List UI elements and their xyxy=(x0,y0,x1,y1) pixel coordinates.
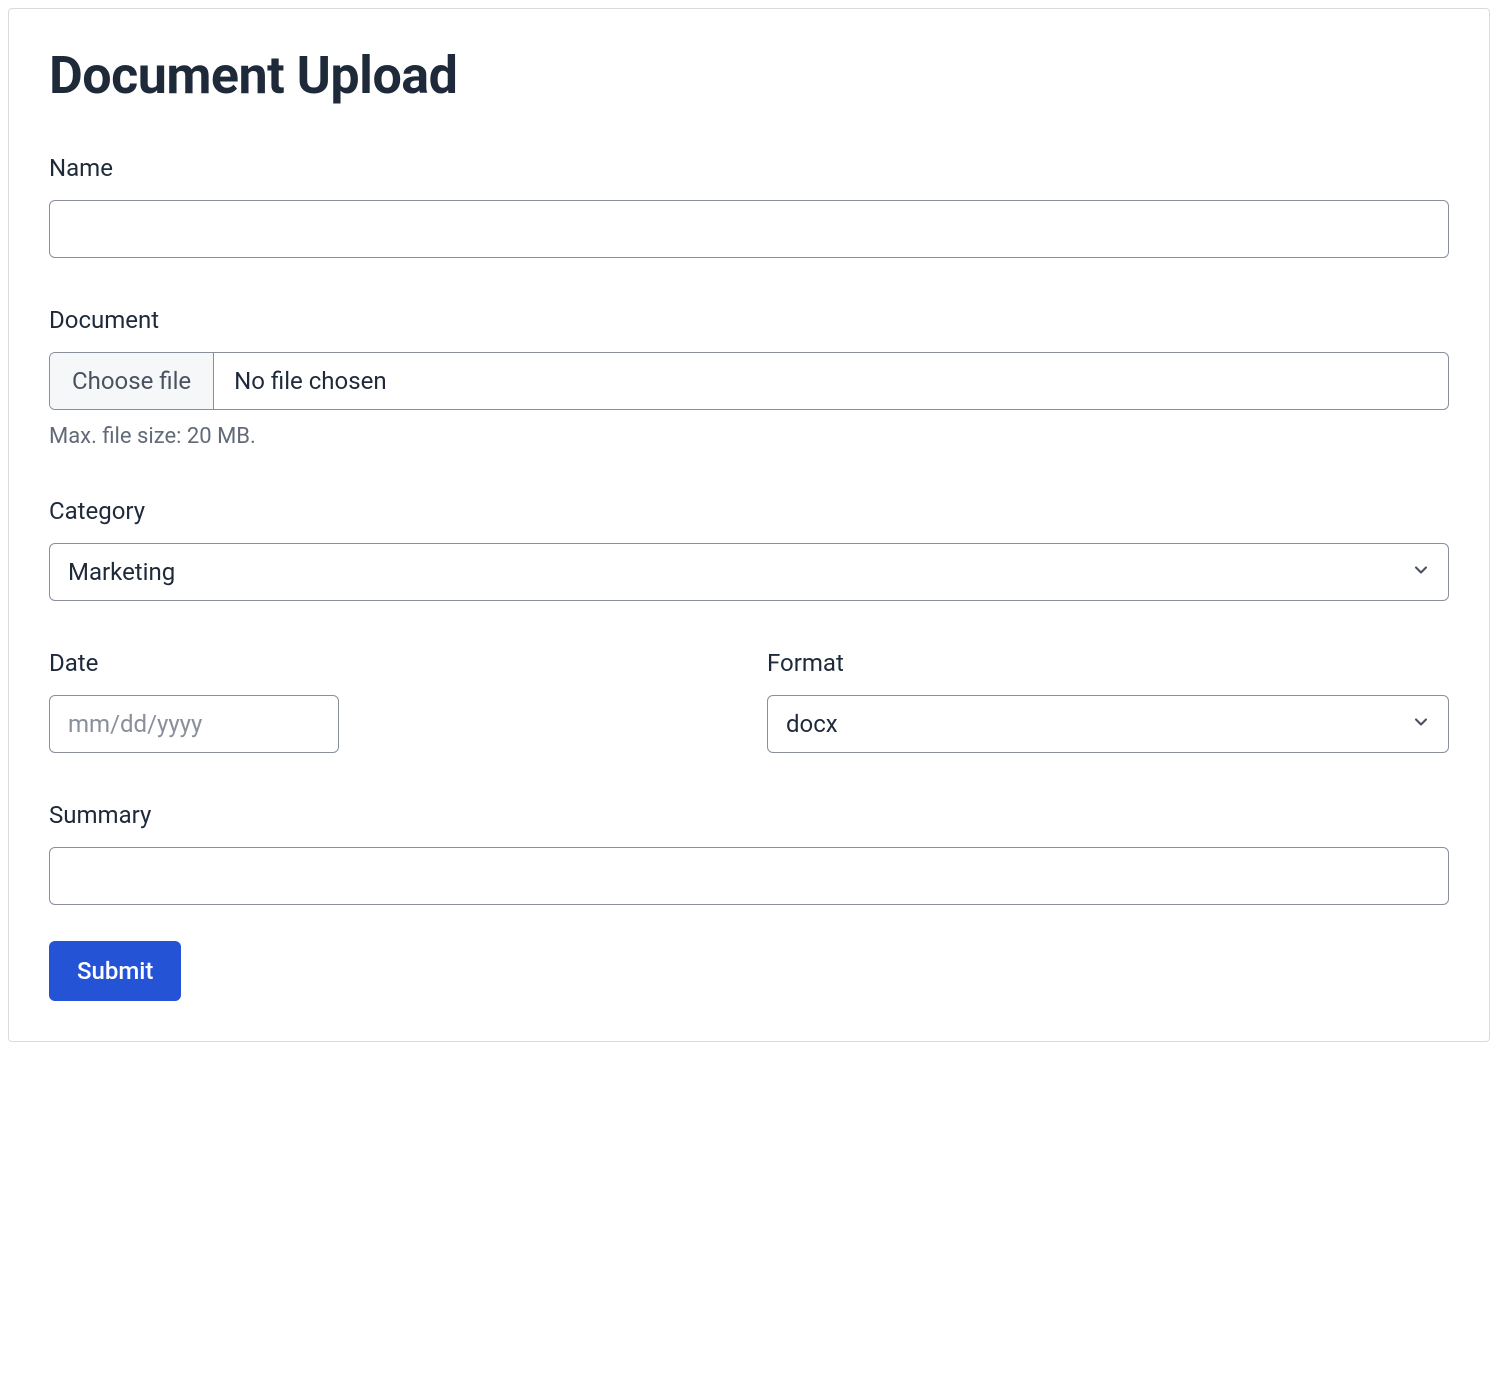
file-chosen-status: No file chosen xyxy=(214,353,1448,409)
document-label: Document xyxy=(49,306,1449,334)
date-label: Date xyxy=(49,649,731,677)
name-label: Name xyxy=(49,154,1449,182)
category-select[interactable]: Marketing xyxy=(49,543,1449,601)
date-input[interactable] xyxy=(49,695,339,753)
page-title: Document Upload xyxy=(49,45,1449,106)
category-label: Category xyxy=(49,497,1449,525)
format-label: Format xyxy=(767,649,1449,677)
category-field-group: Category Marketing xyxy=(49,497,1449,601)
format-field-group: Format docx xyxy=(767,649,1449,753)
choose-file-button[interactable]: Choose file xyxy=(50,353,214,409)
summary-field-group: Summary xyxy=(49,801,1449,905)
document-field-group: Document Choose file No file chosen Max.… xyxy=(49,306,1449,449)
date-field-group: Date xyxy=(49,649,731,753)
name-field-group: Name xyxy=(49,154,1449,258)
name-input[interactable] xyxy=(49,200,1449,258)
document-upload-form: Document Upload Name Document Choose fil… xyxy=(8,8,1490,1042)
category-select-wrapper: Marketing xyxy=(49,543,1449,601)
format-select[interactable]: docx xyxy=(767,695,1449,753)
file-input-wrapper: Choose file No file chosen xyxy=(49,352,1449,410)
date-format-row: Date Format docx xyxy=(49,649,1449,753)
submit-button[interactable]: Submit xyxy=(49,941,181,1001)
summary-input[interactable] xyxy=(49,847,1449,905)
format-select-wrapper: docx xyxy=(767,695,1449,753)
file-size-hint: Max. file size: 20 MB. xyxy=(49,424,1449,449)
summary-label: Summary xyxy=(49,801,1449,829)
